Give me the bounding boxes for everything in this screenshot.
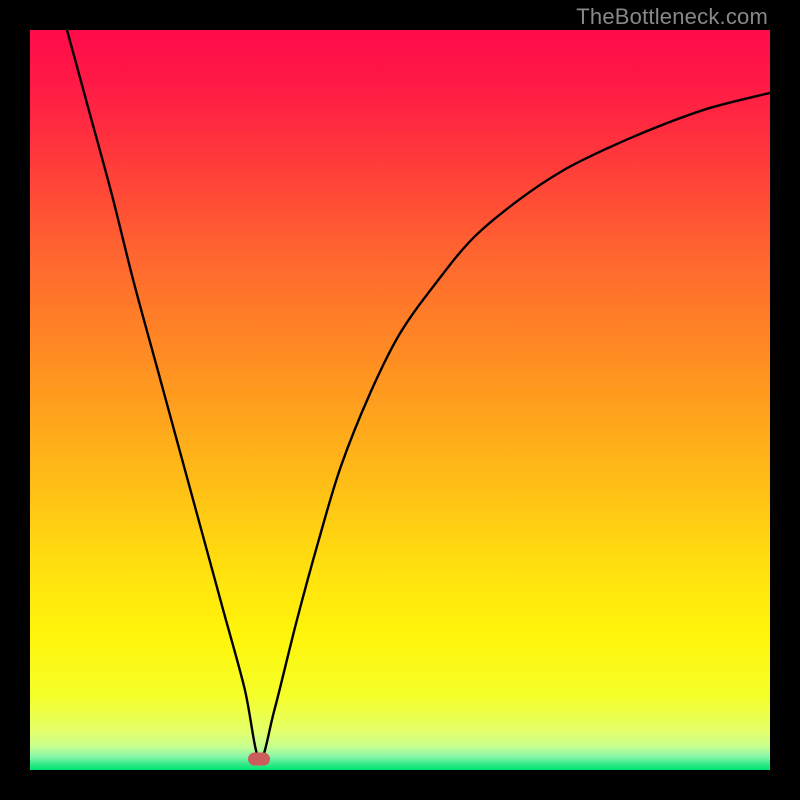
chart-frame <box>30 30 770 770</box>
bottleneck-chart <box>30 30 770 770</box>
optimal-point-marker <box>248 752 270 765</box>
watermark-text: TheBottleneck.com <box>576 4 768 30</box>
chart-background-gradient <box>30 30 770 770</box>
